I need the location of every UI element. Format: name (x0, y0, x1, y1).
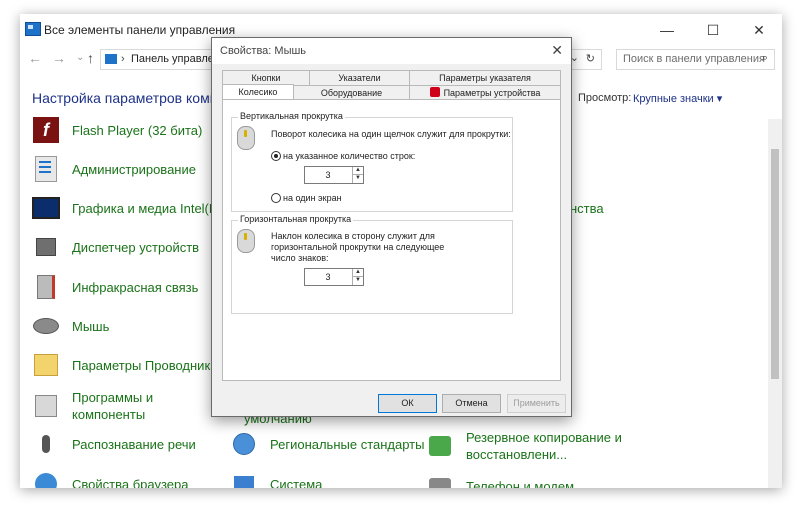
horizontal-description-1: Наклон колесика в сторону служит для (271, 231, 435, 241)
mouse-properties-dialog: Свойства: Мышь ✕ Кнопки Указатели Параме… (211, 37, 572, 417)
list-item-label: Свойства браузера (72, 476, 189, 489)
programs-icon (32, 392, 60, 420)
list-item-label: Инфракрасная связь (72, 279, 199, 295)
list-item[interactable]: f Flash Player (32 бита) (32, 113, 202, 147)
horizontal-description-2: горизонтальной прокрутки на следующее (271, 242, 445, 252)
dialog-close-icon[interactable]: ✕ (551, 42, 563, 59)
list-item[interactable]: Программы и компоненты (32, 388, 182, 424)
view-mode-dropdown[interactable]: Крупные значки ▾ (633, 92, 722, 105)
list-item-label: Резервное копирование и восстановлени... (466, 430, 622, 462)
scrollbar[interactable] (768, 119, 782, 488)
list-item[interactable]: Телефон и модем (426, 469, 574, 488)
list-item-label: Телефон и модем (466, 478, 575, 489)
mouse-icon (32, 312, 60, 340)
list-item-label: Диспетчер устройств (72, 239, 200, 255)
horizontal-group-label: Горизонтальная прокрутка (238, 214, 354, 224)
address-chevron-icon: › (121, 53, 125, 65)
window-title: Все элементы панели управления (44, 23, 236, 37)
chars-value[interactable]: 3 (305, 269, 351, 285)
spin-down-icon[interactable]: ▼ (353, 277, 363, 284)
list-item[interactable]: Система (230, 467, 322, 488)
horizontal-description-3: число знаков: (271, 253, 329, 263)
phone-icon (426, 472, 454, 488)
infrared-icon (32, 273, 60, 301)
list-item[interactable]: Параметры Проводника (32, 348, 218, 382)
lines-stepper[interactable]: 3 ▲ ▼ (304, 166, 364, 184)
backup-icon (426, 432, 454, 460)
list-item[interactable]: Региональные стандарты (230, 427, 424, 461)
admin-tools-icon (32, 155, 60, 183)
search-input[interactable]: Поиск в панели управления ⌕ (616, 49, 775, 70)
spin-up-icon[interactable]: ▲ (353, 167, 363, 175)
list-item-label: Мышь (72, 318, 110, 334)
list-item[interactable]: Инфракрасная связь (32, 270, 198, 304)
chars-stepper[interactable]: 3 ▲ ▼ (304, 268, 364, 286)
list-item-label: Региональные стандарты (270, 436, 425, 452)
address-icon (105, 54, 117, 64)
list-item-label: Графика и медиа Intel(R) (72, 200, 223, 216)
radio-lines[interactable] (271, 151, 281, 161)
list-item[interactable]: Администрирование (32, 152, 196, 186)
globe-clock-icon (230, 430, 258, 458)
horizontal-scroll-group: Горизонтальная прокрутка Наклон колесика… (231, 214, 513, 314)
spin-down-icon[interactable]: ▼ (353, 175, 363, 182)
list-item[interactable]: Графика и медиа Intel(R) (32, 191, 223, 225)
back-arrow-icon[interactable]: ← (28, 50, 42, 66)
list-item-label: нства (570, 200, 604, 216)
refresh-icon[interactable]: ↻ (586, 52, 595, 65)
wheel-panel: Вертикальная прокрутка Поворот колесика … (222, 99, 561, 381)
device-settings-icon (429, 87, 440, 97)
apply-button[interactable]: Применить (507, 394, 566, 413)
dialog-title-bar: Свойства: Мышь ✕ (212, 38, 571, 64)
list-item-label: Программы и компоненты (72, 390, 154, 422)
list-item[interactable]: Распознавание речи (32, 427, 196, 461)
spin-up-icon[interactable]: ▲ (353, 269, 363, 277)
vertical-group-label: Вертикальная прокрутка (238, 111, 345, 121)
tab-device-settings-label: Параметры устройства (443, 88, 541, 98)
device-manager-icon (32, 233, 60, 261)
scroll-thumb[interactable] (771, 149, 779, 379)
list-item[interactable]: Мышь (32, 309, 109, 343)
list-item[interactable]: нства (570, 191, 604, 225)
list-item-label: Администрирование (72, 161, 196, 177)
page-title: Настройка параметров компь (32, 90, 225, 106)
system-icon (230, 470, 258, 488)
list-item[interactable]: Свойства браузера (32, 467, 188, 488)
list-item[interactable]: Диспетчер устройств (32, 230, 199, 264)
close-button[interactable]: ✕ (736, 14, 782, 46)
minimize-button[interactable]: — (644, 14, 690, 46)
mouse-wheel-icon (237, 126, 259, 154)
tab-pointers[interactable]: Указатели (309, 70, 410, 86)
flash-icon: f (32, 116, 60, 144)
mouse-wheel-tilt-icon (237, 229, 259, 257)
vertical-description: Поворот колесика на один щелчок служит д… (271, 129, 511, 139)
forward-arrow-icon[interactable]: → (52, 50, 66, 66)
search-icon[interactable]: ⌕ (762, 52, 768, 65)
monitor-icon (32, 194, 60, 222)
vertical-scroll-group: Вертикальная прокрутка Поворот колесика … (231, 111, 513, 212)
list-item[interactable]: Резервное копирование и восстановлени... (426, 427, 626, 465)
ok-button[interactable]: ОК (378, 394, 437, 413)
tab-pointer-options[interactable]: Параметры указателя (409, 70, 561, 86)
address-path: Панель управлен (131, 53, 220, 65)
cancel-button[interactable]: Отмена (442, 394, 501, 413)
recent-chevron-icon[interactable]: ⌄ (76, 52, 84, 63)
radio-screen-label: на один экран (283, 193, 342, 203)
dialog-title: Свойства: Мышь (220, 45, 307, 57)
folder-icon (32, 351, 60, 379)
list-item-label: Распознавание речи (72, 436, 196, 452)
radio-screen[interactable] (271, 193, 281, 203)
view-label: Просмотр: (578, 92, 632, 104)
control-panel-icon (25, 22, 41, 36)
browser-icon (32, 470, 60, 488)
maximize-button[interactable]: ☐ (690, 14, 736, 46)
lines-value[interactable]: 3 (305, 167, 351, 183)
search-placeholder: Поиск в панели управления (623, 53, 765, 65)
list-item-label: Flash Player (32 бита) (72, 122, 203, 138)
list-item-label: Параметры Проводника (72, 357, 218, 373)
list-item-label: Система (270, 476, 323, 489)
microphone-icon (32, 430, 60, 458)
up-arrow-icon[interactable]: ↑ (87, 50, 94, 66)
radio-lines-label: на указанное количество строк: (283, 151, 416, 161)
